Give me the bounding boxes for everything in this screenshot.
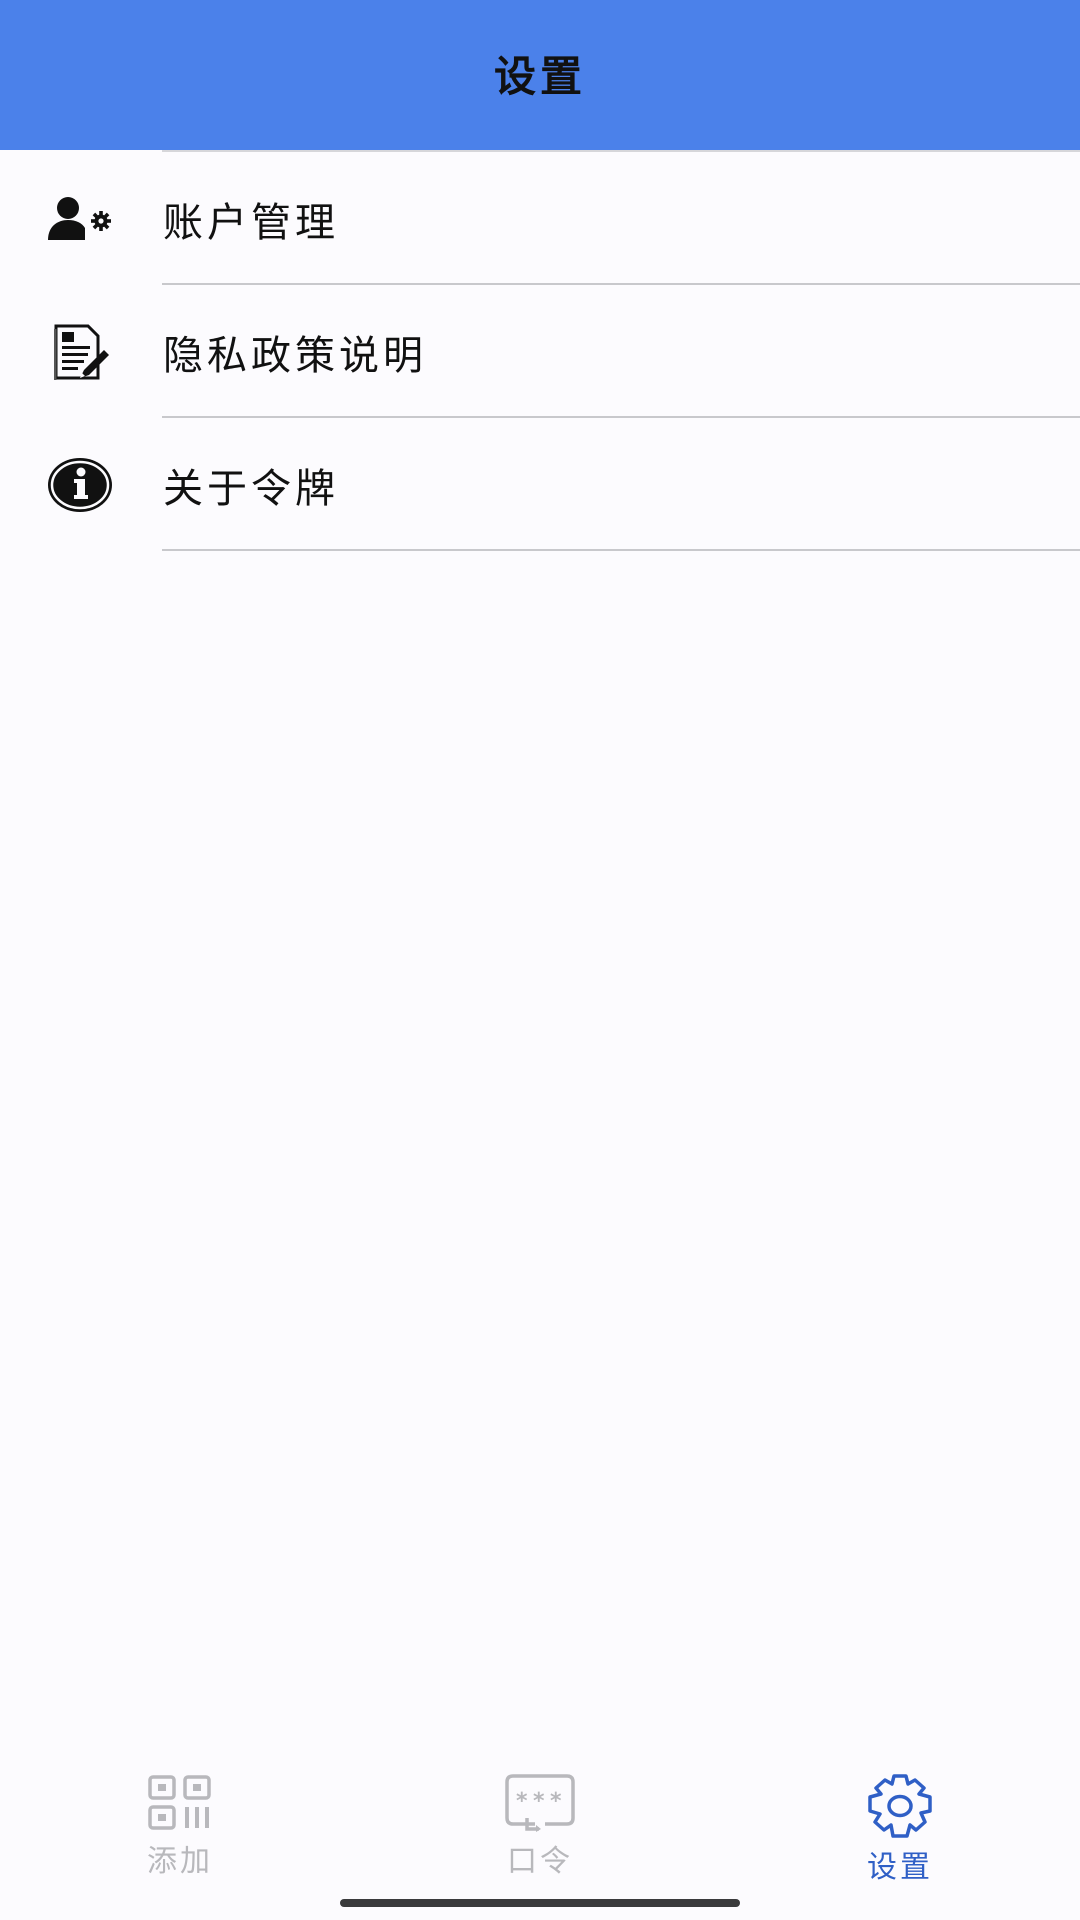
home-indicator[interactable]: [340, 1899, 740, 1907]
svg-text:*: *: [550, 1789, 562, 1814]
tab-password[interactable]: * * * 口令: [440, 1760, 640, 1880]
divider: [162, 549, 1080, 551]
info-icon: [46, 451, 114, 519]
svg-text:*: *: [516, 1789, 528, 1814]
tab-add[interactable]: 添加: [80, 1760, 280, 1880]
menu-item-privacy-policy[interactable]: 隐私政策说明: [0, 285, 1080, 418]
settings-menu: 账户管理 隐私政策说明 关于令牌: [0, 152, 1080, 551]
bottom-tab-bar: 添加 * * * 口令 设置: [0, 1760, 1080, 1885]
menu-item-label: 关于令牌: [163, 465, 339, 512]
tab-label: 设置: [867, 1850, 933, 1885]
tab-label: 口令: [507, 1844, 573, 1879]
menu-item-label: 账户管理: [163, 199, 339, 246]
document-edit-icon: [46, 318, 114, 386]
menu-item-about-token[interactable]: 关于令牌: [0, 418, 1080, 551]
tab-settings[interactable]: 设置: [800, 1760, 1000, 1885]
qr-code-icon: [140, 1774, 220, 1832]
header-bar: 设置: [0, 0, 1080, 150]
tab-label: 添加: [147, 1844, 213, 1879]
settings-screen: 设置 账户管理 隐私政策说明 关于令牌 添加 * * * 口令 设置: [0, 0, 1080, 1920]
svg-text:*: *: [533, 1789, 545, 1814]
password-icon: * * *: [500, 1774, 580, 1832]
user-settings-icon: [46, 185, 114, 253]
menu-item-account-management[interactable]: 账户管理: [0, 152, 1080, 285]
gear-icon: [860, 1774, 940, 1838]
menu-item-label: 隐私政策说明: [163, 332, 427, 379]
page-title: 设置: [493, 51, 586, 101]
